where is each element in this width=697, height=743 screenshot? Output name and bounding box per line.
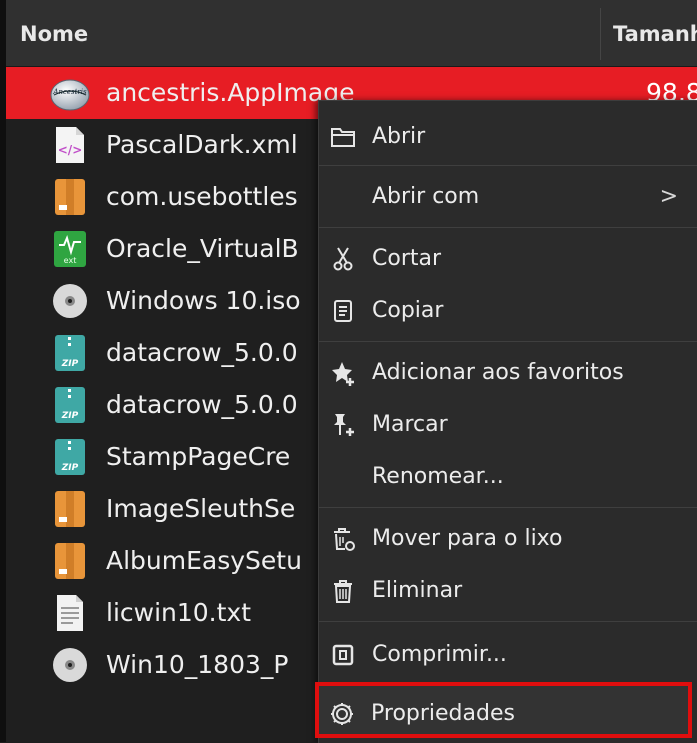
zip-icon: ZIP xyxy=(55,387,85,423)
column-divider[interactable] xyxy=(600,8,601,60)
copy-icon xyxy=(334,300,352,322)
file-name: datacrow_5.0.0 xyxy=(106,338,298,367)
compress-icon xyxy=(332,644,354,666)
menu-label: Copiar xyxy=(372,298,444,323)
file-name: ImageSleuthSe xyxy=(106,494,296,523)
pin-add-icon xyxy=(334,414,354,436)
menu-item-comprimir[interactable]: Comprimir... xyxy=(319,629,697,681)
trash-restore-icon xyxy=(334,528,355,551)
menu-item-marcar[interactable]: Marcar xyxy=(319,399,697,451)
zip-icon: ZIP xyxy=(55,439,85,475)
menu-separator xyxy=(319,621,697,622)
svg-text:ZIP: ZIP xyxy=(61,411,79,421)
file-name: datacrow_5.0.0 xyxy=(106,390,298,419)
menu-separator xyxy=(319,165,697,166)
text-file-icon xyxy=(57,595,83,631)
file-name: licwin10.txt xyxy=(106,598,252,627)
star-add-icon xyxy=(332,362,354,386)
extension-icon: ext xyxy=(54,231,86,267)
menu-label: Adicionar aos favoritos xyxy=(372,360,624,385)
column-size-header[interactable]: Tamanh xyxy=(613,22,697,46)
menu-item-abrir-com[interactable]: Abrir com > xyxy=(319,171,697,223)
xml-file-icon: </> xyxy=(56,127,84,163)
disc-icon xyxy=(53,648,87,682)
file-name: Win10_1803_P xyxy=(106,650,289,679)
package-icon xyxy=(55,179,85,215)
scissors-icon xyxy=(333,247,353,271)
menu-item-cortar[interactable]: Cortar xyxy=(319,233,697,285)
context-menu: Abrir Abrir com > Cortar Copiar Adiciona… xyxy=(318,100,697,743)
menu-label: Propriedades xyxy=(371,701,515,726)
gear-icon xyxy=(331,703,353,725)
menu-item-eliminar[interactable]: Eliminar xyxy=(319,565,697,617)
svg-text:</>: </> xyxy=(58,143,83,157)
menu-label: Marcar xyxy=(372,412,448,437)
svg-text:ZIP: ZIP xyxy=(61,359,79,369)
folder-open-icon xyxy=(331,128,355,147)
menu-item-copiar[interactable]: Copiar xyxy=(319,285,697,337)
menu-separator xyxy=(319,341,697,342)
chevron-right-icon: > xyxy=(659,184,678,209)
file-name: AlbumEasySetu xyxy=(106,546,302,575)
svg-text:ext: ext xyxy=(64,256,77,265)
menu-separator xyxy=(319,507,697,508)
column-name-header[interactable]: Nome xyxy=(20,22,88,46)
package-icon xyxy=(55,491,85,527)
menu-label: Renomear... xyxy=(372,464,504,489)
svg-text:Ancestris: Ancestris xyxy=(52,88,87,96)
menu-label: Comprimir... xyxy=(372,642,507,667)
menu-label: Eliminar xyxy=(372,578,463,603)
menu-label: Abrir xyxy=(372,124,426,149)
menu-item-propriedades[interactable]: Propriedades xyxy=(318,688,690,740)
menu-label: Abrir com xyxy=(372,184,480,209)
trash-icon xyxy=(334,580,352,603)
package-icon xyxy=(55,543,85,579)
column-header: Nome Tamanh xyxy=(6,0,697,67)
menu-item-favoritos[interactable]: Adicionar aos favoritos xyxy=(319,347,697,399)
menu-separator xyxy=(319,227,697,228)
file-name: com.usebottles xyxy=(106,182,298,211)
menu-item-mover-lixo[interactable]: Mover para o lixo xyxy=(319,513,697,565)
file-name: PascalDark.xml xyxy=(106,130,298,159)
svg-text:ZIP: ZIP xyxy=(61,463,79,473)
disc-icon xyxy=(53,284,87,318)
menu-label: Mover para o lixo xyxy=(372,526,563,551)
file-name: Windows 10.iso xyxy=(106,286,301,315)
ancestris-app-icon: Ancestris xyxy=(50,79,90,111)
file-name: StampPageCre xyxy=(106,442,291,471)
menu-item-abrir[interactable]: Abrir xyxy=(319,111,697,163)
menu-label: Cortar xyxy=(372,246,442,271)
file-name: Oracle_VirtualB xyxy=(106,234,299,263)
zip-icon: ZIP xyxy=(55,335,85,371)
menu-item-renomear[interactable]: Renomear... xyxy=(319,451,697,503)
